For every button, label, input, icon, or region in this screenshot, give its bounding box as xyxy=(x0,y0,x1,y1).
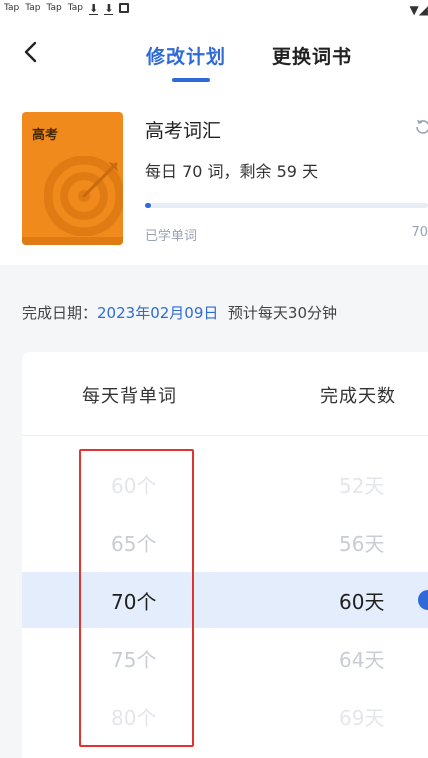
wifi-icon: ▼◢ xyxy=(409,3,428,17)
days-to-finish-option[interactable]: 60天 xyxy=(339,586,384,615)
download-icon: ⬇ xyxy=(89,2,99,15)
finish-date-label: 完成日期： xyxy=(22,304,98,322)
days-to-finish-option[interactable]: 56天 xyxy=(339,528,384,557)
daily-plan-summary: 每日 70 词，剩余 59 天 xyxy=(145,162,319,181)
days-to-finish-header: 完成天数 xyxy=(320,386,396,407)
tap-notification-1: Tap xyxy=(4,3,20,13)
days-to-finish-option[interactable]: 64天 xyxy=(339,644,384,673)
tap-notification-3: Tap xyxy=(46,3,62,13)
learning-progress-fill xyxy=(145,203,151,208)
book-title: 高考词汇 xyxy=(145,120,222,142)
daily-time-estimate: 预计每天30分钟 xyxy=(227,304,338,322)
tab-change-book[interactable]: 更换词书 xyxy=(272,42,352,69)
status-bar: Tap Tap Tap Tap ⬇ ⬇ ▼◢ xyxy=(0,0,428,22)
back-arrow-icon[interactable] xyxy=(18,38,46,66)
finish-date-line: 完成日期：2023年02月09日 预计每天30分钟 xyxy=(22,302,337,323)
days-to-finish-option[interactable]: 69天 xyxy=(339,702,384,731)
book-cover: 高考 xyxy=(22,112,123,245)
download-icon: ⬇ xyxy=(104,2,114,15)
picker-divider xyxy=(22,435,428,436)
tap-notification-2: Tap xyxy=(25,3,41,13)
days-to-finish-option[interactable]: 52天 xyxy=(339,470,384,499)
finish-date-value: 2023年02月09日 xyxy=(97,304,219,322)
learned-words-label: 已学单词 xyxy=(145,229,198,244)
annotation-highlight-box xyxy=(79,449,194,747)
refresh-icon[interactable] xyxy=(414,118,428,136)
active-tab-indicator xyxy=(172,78,210,82)
tab-edit-plan[interactable]: 修改计划 xyxy=(146,42,226,69)
target-icon xyxy=(44,156,123,236)
total-words-count: 70 xyxy=(411,225,428,240)
notification-icons: Tap Tap Tap Tap ⬇ ⬇ xyxy=(4,2,130,15)
tap-notification-4: Tap xyxy=(67,3,83,13)
book-cover-tag: 高考 xyxy=(32,128,59,143)
top-nav: 修改计划 更换词书 xyxy=(0,30,428,86)
learning-progress-bar xyxy=(145,203,428,208)
book-spine xyxy=(22,237,123,245)
words-per-day-header: 每天背单词 xyxy=(82,386,177,407)
screenshot-icon xyxy=(119,3,130,13)
